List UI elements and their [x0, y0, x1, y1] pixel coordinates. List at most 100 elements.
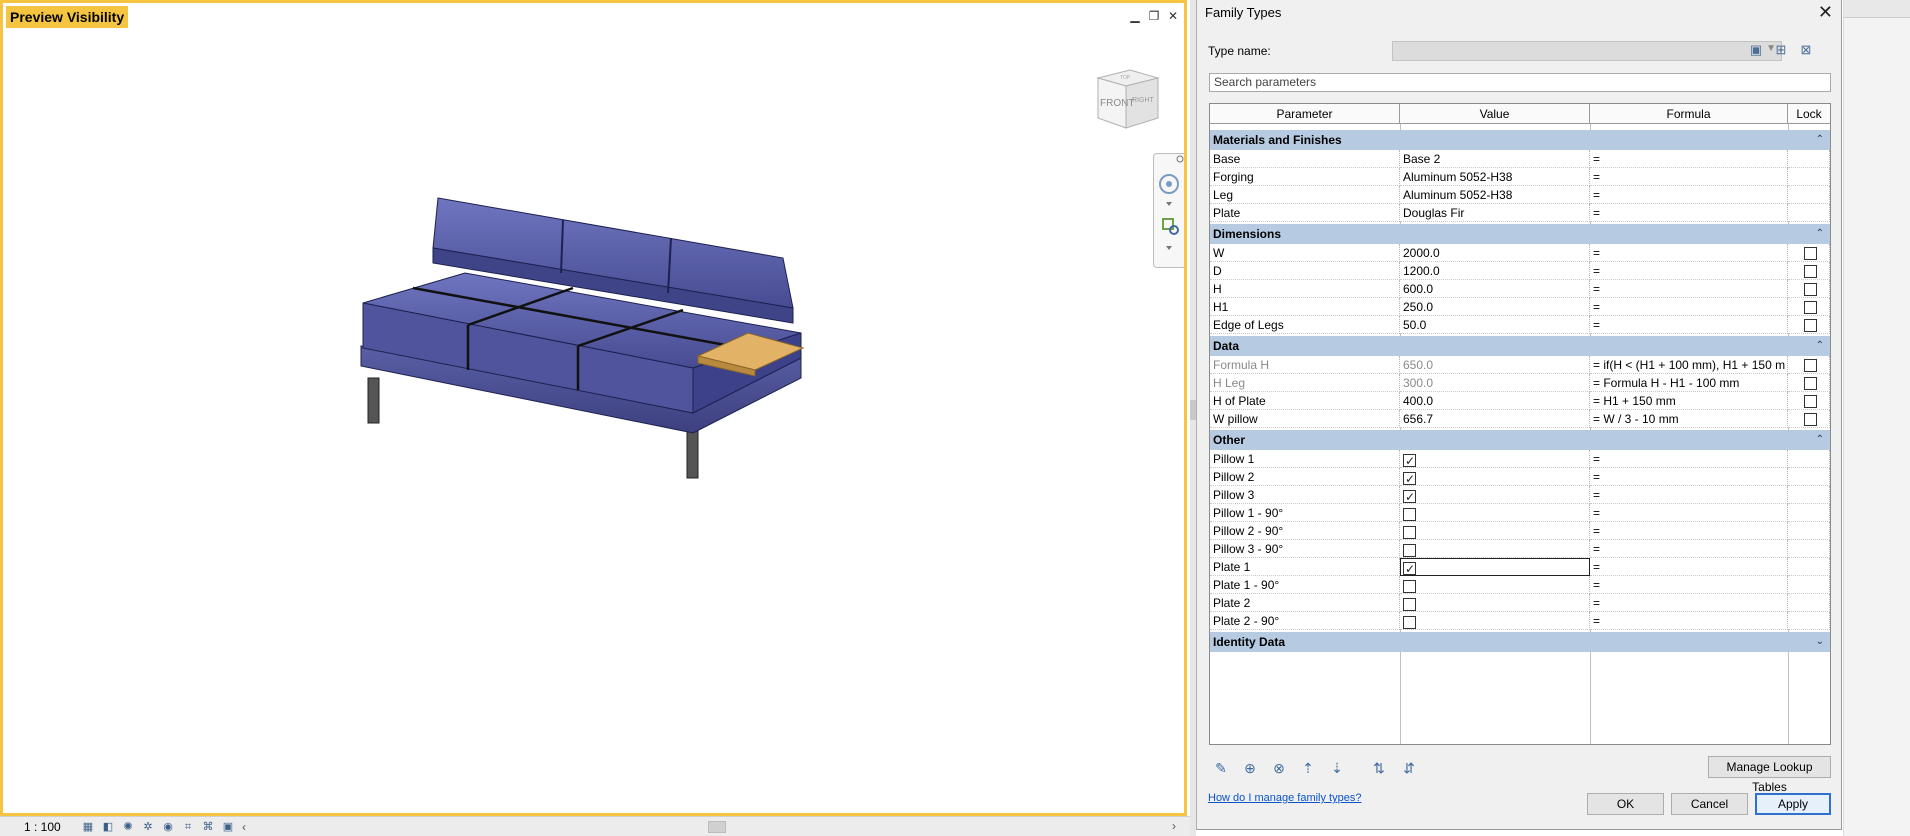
- param-formula[interactable]: =: [1590, 150, 1788, 168]
- lock-checkbox[interactable]: [1803, 283, 1817, 296]
- reveal-hidden-icon[interactable]: ▣: [220, 820, 236, 834]
- value-checkbox[interactable]: [1403, 598, 1416, 611]
- group-data[interactable]: Data ⌃: [1210, 336, 1830, 356]
- value-checkbox[interactable]: [1403, 526, 1416, 539]
- column-header-value[interactable]: Value: [1400, 104, 1590, 124]
- param-formula[interactable]: =: [1590, 186, 1788, 204]
- param-value[interactable]: Aluminum 5052-H38: [1400, 168, 1590, 186]
- apply-button[interactable]: Apply: [1755, 793, 1831, 815]
- param-value[interactable]: 50.0: [1400, 316, 1590, 334]
- preview-viewport[interactable]: Preview Visibility ▁ ❐ ✕ FRONT RIGHT TOP: [0, 0, 1187, 816]
- move-down-icon[interactable]: ⇣: [1327, 758, 1347, 778]
- value-checkbox[interactable]: [1403, 580, 1416, 593]
- param-formula[interactable]: =: [1590, 316, 1788, 334]
- column-header-formula[interactable]: Formula: [1590, 104, 1788, 124]
- group-other[interactable]: Other ⌃: [1210, 430, 1830, 450]
- param-value[interactable]: 656.7: [1400, 410, 1590, 428]
- new-parameter-icon[interactable]: ⊕: [1240, 758, 1260, 778]
- param-value[interactable]: 600.0: [1400, 280, 1590, 298]
- lock-checkbox[interactable]: [1803, 377, 1817, 390]
- value-checkbox[interactable]: [1403, 452, 1416, 467]
- lock-checkbox[interactable]: [1803, 301, 1817, 314]
- selected-value-cell[interactable]: [1400, 558, 1590, 576]
- render-icon[interactable]: ◉: [160, 820, 176, 834]
- column-header-lock[interactable]: Lock: [1788, 104, 1830, 124]
- param-formula[interactable]: =: [1590, 612, 1788, 630]
- param-formula[interactable]: =: [1590, 204, 1788, 222]
- param-formula[interactable]: =: [1590, 540, 1788, 558]
- temporary-hide-icon[interactable]: ⌘: [200, 820, 216, 834]
- param-formula[interactable]: =: [1590, 450, 1788, 468]
- param-value[interactable]: Base 2: [1400, 150, 1590, 168]
- visual-style-icon[interactable]: ◧: [100, 820, 116, 834]
- new-type-icon[interactable]: ▣: [1747, 41, 1765, 59]
- collapse-up-icon[interactable]: ⌃: [1816, 430, 1824, 450]
- delete-parameter-icon[interactable]: ⊗: [1269, 758, 1289, 778]
- cancel-button[interactable]: Cancel: [1671, 793, 1748, 815]
- value-checkbox[interactable]: [1403, 544, 1416, 557]
- detail-level-icon[interactable]: ▦: [80, 820, 96, 834]
- column-header-parameter[interactable]: Parameter: [1210, 104, 1400, 124]
- delete-type-icon[interactable]: ⊠: [1797, 41, 1815, 59]
- value-checkbox[interactable]: [1403, 488, 1416, 503]
- move-up-icon[interactable]: ⇡: [1298, 758, 1318, 778]
- param-formula[interactable]: =: [1590, 522, 1788, 540]
- lock-checkbox[interactable]: [1803, 265, 1817, 278]
- lock-checkbox[interactable]: [1803, 319, 1817, 332]
- edit-parameter-icon[interactable]: ✎: [1211, 758, 1231, 778]
- close-icon[interactable]: ✕: [1818, 2, 1833, 23]
- param-value[interactable]: Aluminum 5052-H38: [1400, 186, 1590, 204]
- param-formula[interactable]: =: [1590, 262, 1788, 280]
- type-name-dropdown[interactable]: ▼: [1392, 41, 1782, 61]
- param-formula[interactable]: =: [1590, 298, 1788, 316]
- param-value[interactable]: 250.0: [1400, 298, 1590, 316]
- param-formula[interactable]: =: [1590, 486, 1788, 504]
- shadows-icon[interactable]: ✲: [140, 820, 156, 834]
- value-checkbox[interactable]: [1403, 560, 1416, 575]
- sort-ascending-icon[interactable]: ⇅: [1369, 758, 1389, 778]
- lock-checkbox[interactable]: [1803, 247, 1817, 260]
- param-value[interactable]: Douglas Fir: [1400, 204, 1590, 222]
- restore-icon[interactable]: ❐: [1147, 9, 1161, 23]
- group-materials-and-finishes[interactable]: Materials and Finishes ⌃: [1210, 130, 1830, 150]
- scroll-left-icon[interactable]: ‹: [242, 820, 246, 834]
- param-value[interactable]: 1200.0: [1400, 262, 1590, 280]
- value-checkbox[interactable]: [1403, 508, 1416, 521]
- param-value[interactable]: 400.0: [1400, 392, 1590, 410]
- ok-button[interactable]: OK: [1587, 793, 1664, 815]
- lock-checkbox[interactable]: [1803, 395, 1817, 408]
- collapse-up-icon[interactable]: ⌃: [1816, 336, 1824, 356]
- collapse-up-icon[interactable]: ⌃: [1816, 224, 1824, 244]
- minimize-icon[interactable]: ▁: [1128, 9, 1142, 23]
- param-formula[interactable]: =: [1590, 558, 1788, 576]
- lock-checkbox[interactable]: [1803, 413, 1817, 426]
- value-checkbox[interactable]: [1403, 616, 1416, 629]
- lock-checkbox[interactable]: [1803, 359, 1817, 372]
- manage-lookup-tables-button[interactable]: Manage Lookup Tables: [1708, 756, 1831, 794]
- param-formula[interactable]: =: [1590, 504, 1788, 522]
- param-formula[interactable]: = if(H < (H1 + 100 mm), H1 + 150 m: [1590, 356, 1788, 374]
- close-icon[interactable]: ✕: [1166, 9, 1180, 23]
- param-value[interactable]: 2000.0: [1400, 244, 1590, 262]
- param-formula[interactable]: = Formula H - H1 - 100 mm: [1590, 374, 1788, 392]
- param-formula[interactable]: =: [1590, 168, 1788, 186]
- navbar-close-icon[interactable]: [1176, 155, 1184, 163]
- search-parameters-input[interactable]: Search parameters: [1209, 73, 1831, 92]
- help-link[interactable]: How do I manage family types?: [1208, 792, 1361, 804]
- scroll-right-icon[interactable]: ›: [1172, 819, 1176, 833]
- sun-path-icon[interactable]: ✺: [120, 820, 136, 834]
- param-formula[interactable]: = H1 + 150 mm: [1590, 392, 1788, 410]
- crop-view-icon[interactable]: ⌗: [180, 820, 196, 834]
- param-formula[interactable]: =: [1590, 280, 1788, 298]
- param-formula[interactable]: =: [1590, 244, 1788, 262]
- value-checkbox[interactable]: [1403, 470, 1416, 485]
- param-formula[interactable]: =: [1590, 594, 1788, 612]
- expand-down-icon[interactable]: ⌄: [1816, 632, 1824, 652]
- group-dimensions[interactable]: Dimensions ⌃: [1210, 224, 1830, 244]
- param-formula[interactable]: =: [1590, 576, 1788, 594]
- param-formula[interactable]: = W / 3 - 10 mm: [1590, 410, 1788, 428]
- horizontal-scrollbar-thumb[interactable]: [708, 821, 726, 833]
- param-formula[interactable]: =: [1590, 468, 1788, 486]
- group-identity-data[interactable]: Identity Data ⌄: [1210, 632, 1830, 652]
- sort-descending-icon[interactable]: ⇵: [1399, 758, 1419, 778]
